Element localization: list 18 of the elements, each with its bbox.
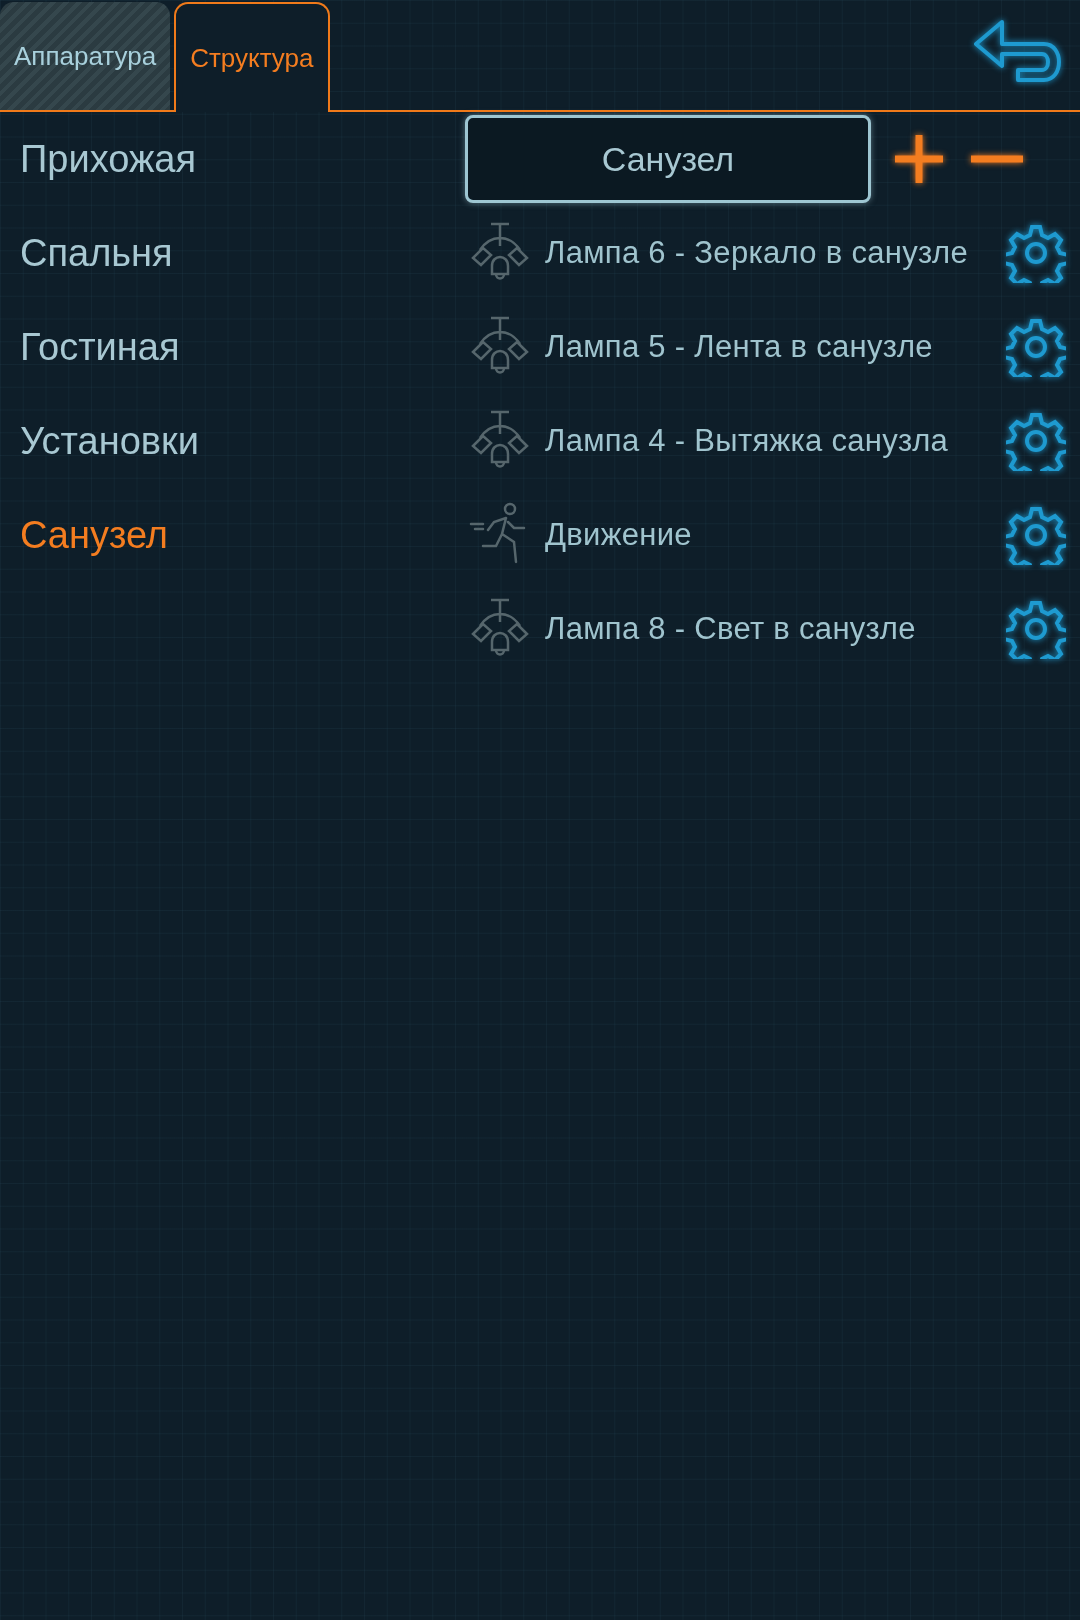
device-name: Лампа 4 - Вытяжка санузла bbox=[545, 423, 949, 459]
room-item[interactable]: Установки bbox=[20, 419, 199, 463]
tab[interactable]: Структура bbox=[174, 2, 330, 112]
settings-button[interactable] bbox=[1006, 411, 1066, 471]
device-name: Лампа 5 - Лента в санузле bbox=[545, 329, 933, 365]
device-name: Лампа 6 - Зеркало в санузле bbox=[545, 235, 969, 271]
settings-button[interactable] bbox=[1006, 505, 1066, 565]
device-name: Лампа 8 - Свет в санузле bbox=[545, 611, 916, 647]
settings-button[interactable] bbox=[1006, 317, 1066, 377]
room-name-field[interactable]: Санузел bbox=[465, 115, 871, 203]
room-item[interactable]: Гостиная bbox=[20, 325, 180, 369]
tab[interactable]: Аппаратура bbox=[0, 2, 171, 110]
settings-button[interactable] bbox=[1006, 599, 1066, 659]
room-item[interactable]: Спальня bbox=[20, 231, 173, 275]
room-item[interactable]: Прихожая bbox=[20, 137, 197, 181]
device-name: Движение bbox=[545, 517, 692, 553]
settings-button[interactable] bbox=[1006, 223, 1066, 283]
room-item[interactable]: Санузел bbox=[20, 513, 169, 557]
